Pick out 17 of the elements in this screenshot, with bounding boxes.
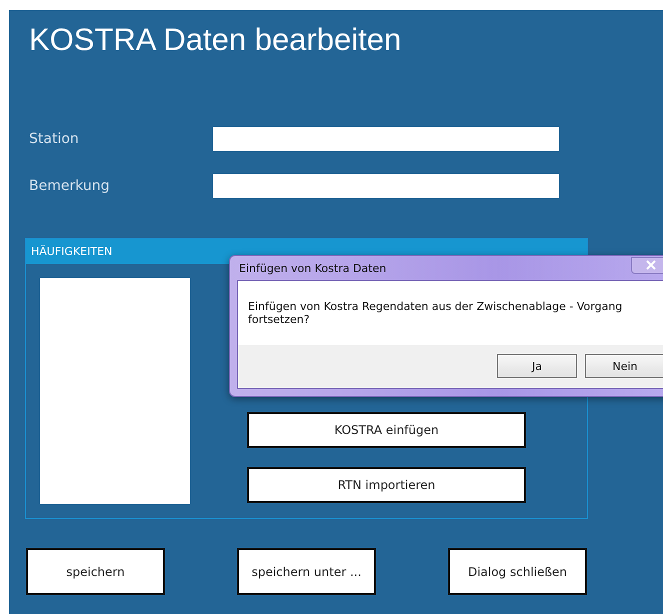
list-box[interactable] <box>40 278 190 504</box>
input-field[interactable] <box>213 127 559 151</box>
action-button[interactable]: speichern unter ... <box>237 548 376 595</box>
dialog-message: Einfügen von Kostra Regendaten aus der Zwischenablage - Vorgang fortsetzen? <box>248 300 624 326</box>
close-button[interactable] <box>631 256 663 274</box>
action-button[interactable]: speichern <box>26 548 165 595</box>
dialog-button[interactable]: Ja <box>497 354 577 378</box>
dialog-button[interactable]: Nein <box>585 354 663 378</box>
dialog-title: Einfügen von Kostra Daten <box>239 262 386 274</box>
input-field[interactable] <box>213 174 559 198</box>
close-icon <box>646 260 656 270</box>
field-label: Station <box>28 131 80 147</box>
action-button[interactable]: Dialog schließen <box>448 548 587 595</box>
action-button[interactable]: KOSTRA einfügen <box>247 412 526 448</box>
page-title: KOSTRA Daten bearbeiten <box>29 21 402 59</box>
field-label: Bemerkung <box>28 178 111 194</box>
action-button[interactable]: RTN importieren <box>247 467 526 503</box>
